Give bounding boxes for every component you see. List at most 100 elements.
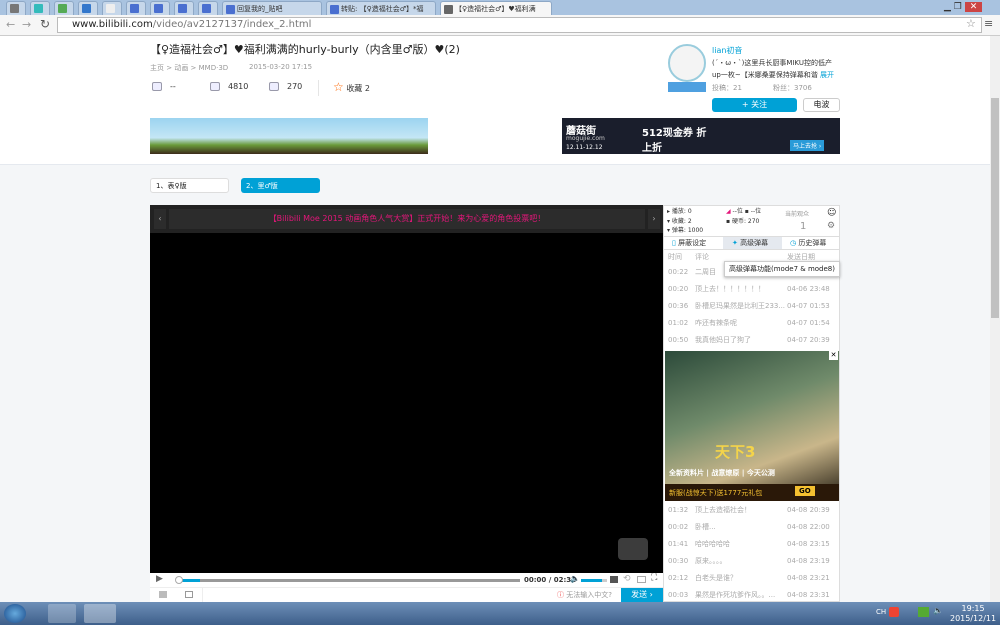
row-date: 04-07 01:53 (787, 302, 830, 310)
expand-link[interactable]: 展开 (820, 71, 834, 79)
chrome-taskbar-icon[interactable] (84, 604, 116, 623)
widescreen-icon[interactable] (637, 576, 646, 583)
video-player[interactable] (150, 205, 663, 588)
scroll-thumb[interactable] (991, 98, 999, 318)
danmaku-input[interactable] (202, 588, 557, 602)
player-notice-bar: ‹ 【Bilibili Moe 2015 动画角色人气大赏】正式开始！来为心爱的… (150, 205, 663, 233)
volume-slider[interactable] (581, 579, 607, 582)
tab[interactable] (6, 1, 26, 15)
tray-app-icon[interactable] (918, 607, 929, 617)
danmaku-row[interactable]: 00:20 顶上去！！！！！！！ 04-06 23:48 (668, 281, 838, 298)
tab[interactable]: 回复我的_贴吧 (222, 1, 322, 15)
ime-hint[interactable]: ⓘ 无法输入中文? (557, 590, 612, 600)
danmaku-mode-icon[interactable] (185, 591, 193, 598)
notice-text[interactable]: 【Bilibili Moe 2015 动画角色人气大赏】正式开始！来为心爱的角色… (169, 209, 645, 229)
follow-button[interactable]: + 关注 (712, 98, 797, 112)
play-button[interactable]: ▶ (156, 574, 163, 584)
row-comment: 白老头是谁？ (695, 574, 737, 582)
row-date: 04-07 20:39 (787, 336, 830, 344)
tab[interactable] (30, 1, 50, 15)
address-bar-row: ← → ↻ www.bilibili.com/video/av2127137/i… (0, 15, 1000, 36)
tab-active[interactable]: 【♀造福社会♂】♥福利满 (440, 1, 552, 15)
explorer-taskbar-icon[interactable] (48, 604, 76, 623)
progress-handle[interactable] (175, 576, 183, 584)
tab[interactable]: 转贴: 【♀造福社会♂】*福 (326, 1, 436, 15)
upload-date: 2015-03-20 17:15 (249, 63, 313, 71)
banner-ad-mogujie[interactable]: 蘑菇街 mogujie.com 12.11-12.12 512现金券 折上折 马… (562, 118, 840, 154)
progress-bar[interactable] (180, 579, 520, 582)
banner-left[interactable] (150, 118, 428, 154)
uploader-avatar[interactable] (668, 44, 706, 82)
row-date: 04-08 23:21 (787, 574, 830, 582)
window-controls[interactable]: ▁ ❐ ✕ (944, 2, 983, 12)
notice-prev-button[interactable]: ‹ (154, 209, 166, 229)
speaker-icon[interactable]: 🔈 (933, 606, 943, 615)
close-ad-icon[interactable]: ✕ (829, 351, 838, 360)
row-date: 04-08 23:19 (787, 557, 830, 565)
game-ad[interactable]: ✕ 天下3 全新资料片 | 战意燎原 | 今天公测 新服(战惊天下)送1777元… (665, 351, 839, 501)
clock[interactable]: 19:15 2015/12/11 (950, 604, 996, 624)
danmaku-row[interactable]: 00:50 我真他妈日了狗了 04-07 20:39 (668, 332, 838, 349)
danmaku-icon (210, 82, 220, 91)
viewers-label: 当前观众 (785, 211, 810, 218)
row-time: 01:32 (668, 506, 689, 514)
tab-advanced-danmaku[interactable]: ✦ 高级弹幕 (723, 237, 782, 249)
breadcrumb[interactable]: 主页 > 动画 > MMD·3D (150, 63, 228, 73)
panel-tabs: ▯ 屏蔽设定 ✦ 高级弹幕 ◷ 历史弹幕 (664, 236, 839, 250)
danmaku-row[interactable]: 01:32 顶上去造福社会！ 04-08 20:39 (668, 502, 838, 519)
danmaku-count: 4810 (210, 82, 248, 91)
tab[interactable] (126, 1, 146, 15)
bookmark-star-icon[interactable]: ☆ (966, 17, 976, 30)
taskbar: CH 🔈 19:15 2015/12/11 (0, 602, 1000, 625)
menu-icon[interactable]: ≡ (984, 17, 993, 30)
danmaku-toggle-icon[interactable] (610, 576, 618, 583)
notice-next-button[interactable]: › (648, 209, 660, 229)
fullscreen-icon[interactable]: ⛶ (651, 573, 657, 583)
favorite-button[interactable]: ☆ 收藏 2 (333, 80, 370, 94)
tab[interactable] (150, 1, 170, 15)
tab[interactable] (102, 1, 122, 15)
reload-icon[interactable]: ↻ (40, 17, 50, 31)
row-comment: 我真他妈日了狗了 (695, 336, 751, 344)
charge-button[interactable]: 电波 (803, 98, 840, 112)
forward-icon[interactable]: → (22, 18, 31, 31)
tab[interactable] (174, 1, 194, 15)
start-button[interactable] (4, 604, 26, 623)
uploader-desc: (´・ω・`)这里兵长厨事MIKU控的低产 (712, 59, 832, 67)
tab[interactable] (78, 1, 98, 15)
danmaku-row[interactable]: 02:12 白老头是谁？ 04-08 23:21 (668, 570, 838, 587)
play-icon (152, 82, 162, 91)
language-indicator[interactable]: CH (876, 608, 886, 616)
browser-tab-bar: 回复我的_贴吧 转贴: 【♀造福社会♂】*福 【♀造福社会♂】♥福利满 ▁ ❐ … (0, 0, 1000, 15)
danmaku-style-icon[interactable] (159, 591, 167, 598)
viewers-count: 1 (800, 221, 807, 232)
danmaku-row[interactable]: 00:02 卧槽... 04-08 22:00 (668, 519, 838, 536)
tab[interactable] (198, 1, 218, 15)
uploader-badge (668, 82, 706, 92)
page-scrollbar[interactable] (990, 36, 1000, 602)
back-icon[interactable]: ← (6, 18, 15, 31)
url-input[interactable]: www.bilibili.com/video/av2127137/index_2… (57, 17, 982, 33)
volume-icon[interactable]: 🔈 (570, 574, 580, 583)
time-display: 00:00 / 02:32 (524, 576, 576, 584)
loop-icon[interactable]: ⟲ (623, 574, 631, 584)
ime-icon[interactable] (889, 607, 899, 617)
uploader-name[interactable]: lian初音 (712, 45, 742, 56)
tab-label: 回复我的_贴吧 (237, 5, 283, 13)
settings-gear-icon[interactable]: ⚙ (827, 221, 835, 231)
tab-block-settings[interactable]: ▯ 屏蔽设定 (672, 237, 706, 249)
player-controls: ▶ 00:00 / 02:32 🔈 ⟲ ⛶ (150, 573, 663, 588)
send-button[interactable]: 发送 › (621, 588, 663, 602)
ad-go-button[interactable]: GO (795, 486, 815, 496)
tab[interactable] (54, 1, 74, 15)
panel-rank: ◢ --位 ▪ --位 ▪ 硬币: 270 (726, 208, 762, 225)
danmaku-row[interactable]: 01:02 咋还有辣条呢 04-07 01:54 (668, 315, 838, 332)
danmaku-row[interactable]: 00:36 卧槽尼玛果然是比利王233... 04-07 01:53 (668, 298, 838, 315)
part-2-button[interactable]: 2、里♂版 (241, 178, 320, 193)
tab-history-danmaku[interactable]: ◷ 历史弹幕 (790, 237, 826, 249)
play-count: -- (152, 82, 176, 91)
danmaku-row[interactable]: 00:30 原来。。。。 04-08 23:19 (668, 553, 838, 570)
row-comment: 哈哈哈哈哈 (695, 540, 730, 548)
part-1-button[interactable]: 1、表♀版 (150, 178, 229, 193)
danmaku-row[interactable]: 01:41 哈哈哈哈哈 04-08 23:15 (668, 536, 838, 553)
